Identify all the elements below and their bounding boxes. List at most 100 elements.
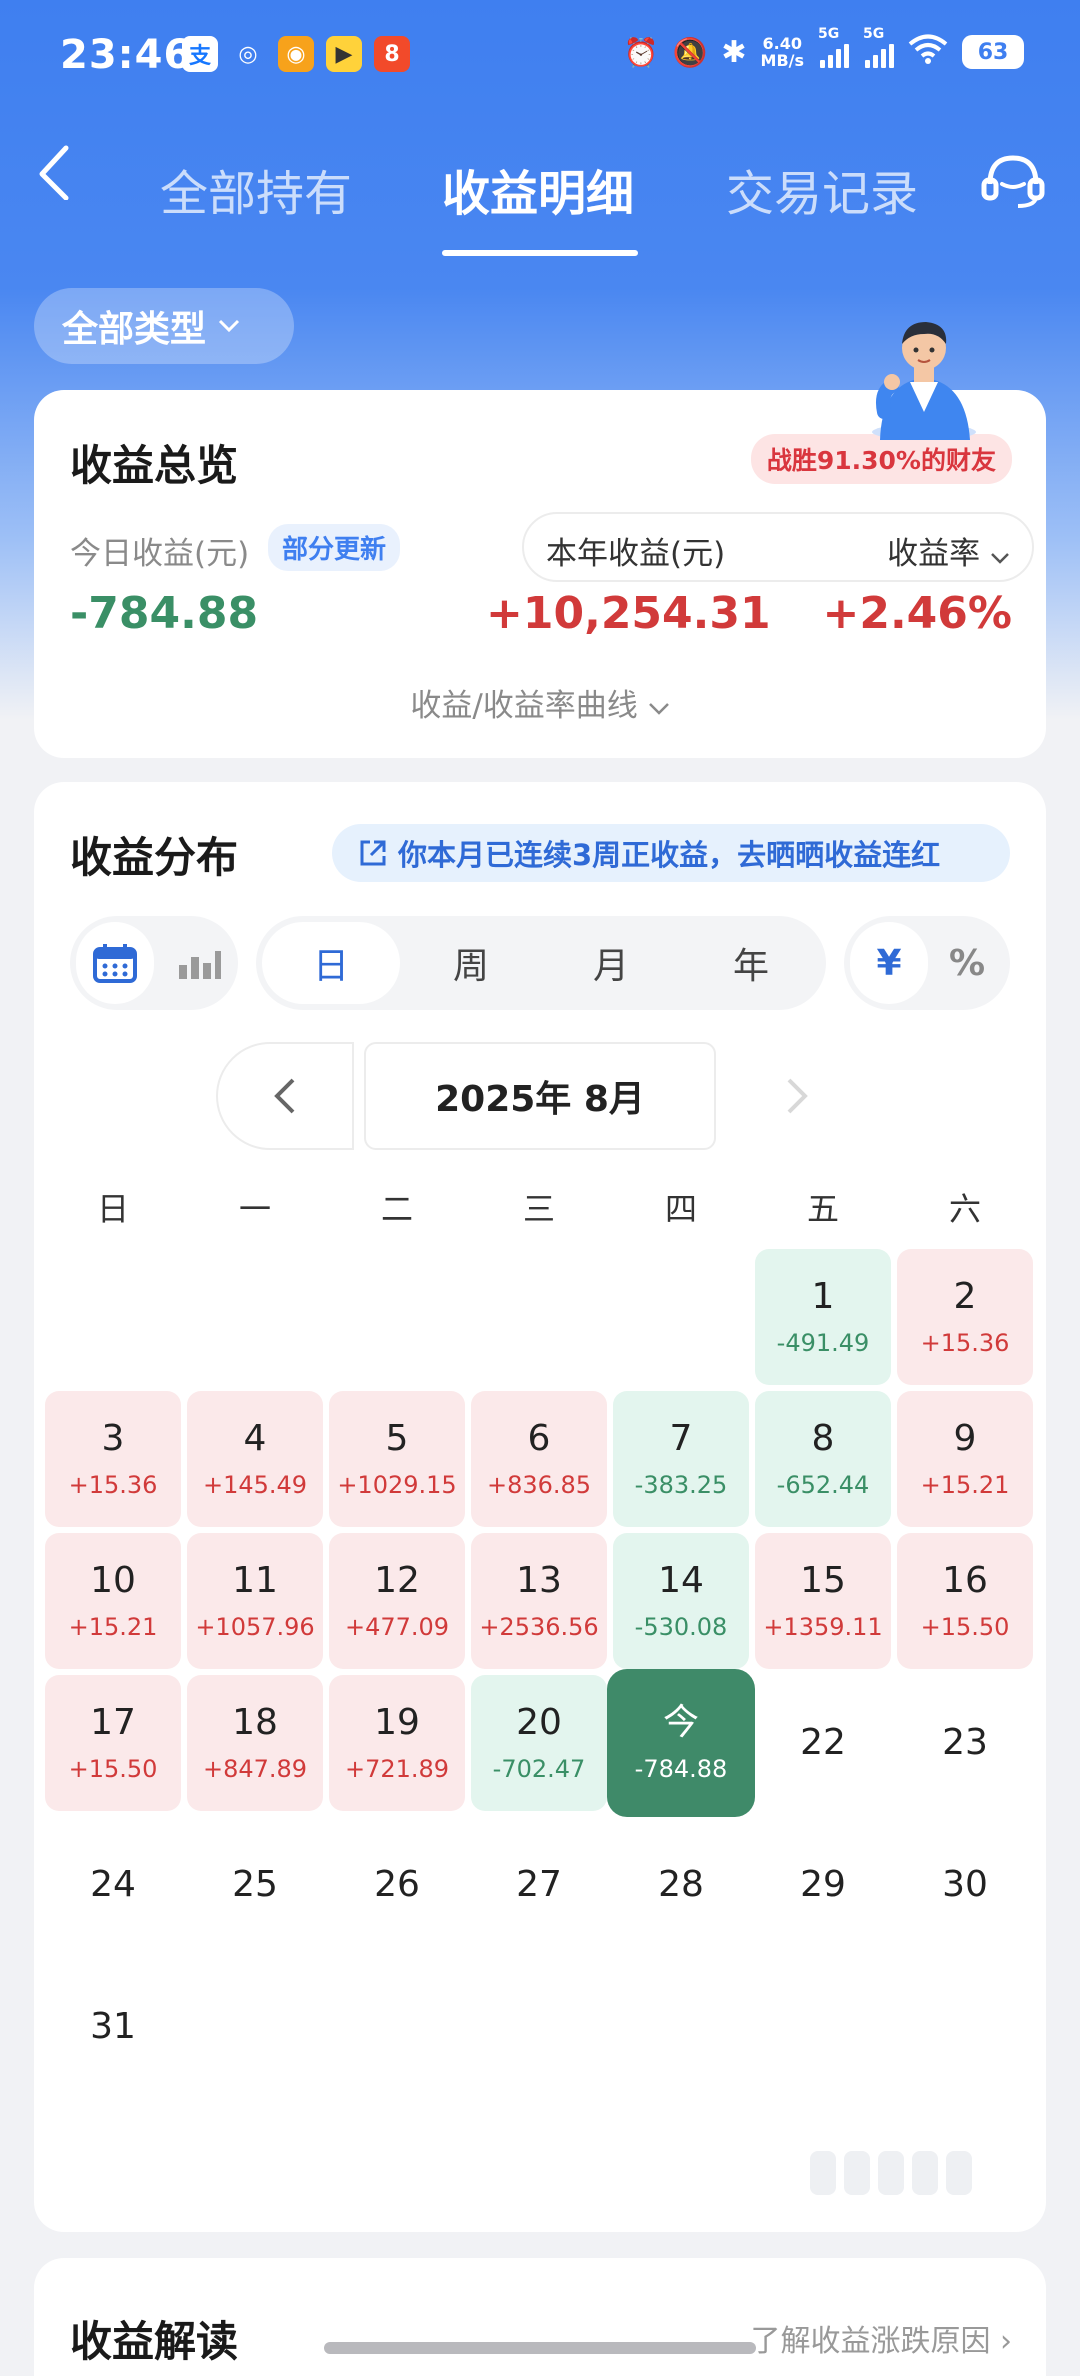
day-number: 6 (527, 1418, 551, 1459)
next-month-button[interactable] (728, 1042, 866, 1150)
mascot-illustration (858, 312, 988, 440)
period-day[interactable]: 日 (262, 922, 400, 1004)
home-indicator[interactable] (324, 2342, 756, 2354)
calendar-day[interactable]: 17 +15.50 (45, 1675, 181, 1811)
back-icon[interactable] (30, 140, 90, 201)
day-number: 10 (90, 1560, 136, 1601)
day-number: 7 (669, 1418, 693, 1459)
calendar-day[interactable]: 14 -530.08 (613, 1533, 749, 1669)
year-rate-selector[interactable]: 本年收益(元) 收益率 (522, 512, 1034, 582)
calendar-day[interactable]: 8 -652.44 (755, 1391, 891, 1527)
tab-all-holdings[interactable]: 全部持有 (160, 154, 352, 224)
calendar-view-button[interactable] (76, 922, 154, 1004)
curve-toggle[interactable]: 收益/收益率曲线 (34, 680, 1046, 725)
day-number: 25 (232, 1864, 278, 1905)
previous-month-button[interactable] (216, 1042, 354, 1150)
return-rate-value: +2.46% (822, 588, 1012, 639)
calendar-day[interactable]: 15 +1359.11 (755, 1533, 891, 1669)
calendar-day[interactable]: 13 +2536.56 (471, 1533, 607, 1669)
day-number: 29 (800, 1864, 846, 1905)
notification-icons: 支 ◎ ◉ ▶ 8 (182, 36, 410, 72)
day-number: 13 (516, 1560, 562, 1601)
calendar-day[interactable]: 11 +1057.96 (187, 1533, 323, 1669)
calendar-day[interactable]: 18 +847.89 (187, 1675, 323, 1811)
streak-share-banner[interactable]: 你本月已连续3周正收益，去晒晒收益连红 (332, 824, 1010, 882)
unit-percent[interactable]: % (928, 922, 1006, 1004)
day-income-value: +836.85 (486, 1471, 592, 1499)
customer-service-icon[interactable] (978, 150, 1048, 210)
calendar-day[interactable]: 9 +15.21 (897, 1391, 1033, 1527)
calendar-day[interactable]: 1 -491.49 (755, 1249, 891, 1385)
day-number: 3 (101, 1418, 125, 1459)
day-income-value: +15.36 (68, 1471, 158, 1499)
weekday-label: 六 (948, 1190, 981, 1228)
battery-indicator: 63 (962, 35, 1024, 69)
day-income-value: -652.44 (776, 1471, 870, 1499)
chevron-left-icon (274, 1078, 295, 1114)
day-number: 20 (516, 1702, 562, 1743)
calendar-day[interactable]: 31 (45, 1959, 181, 2095)
day-income-value: -784.88 (634, 1755, 728, 1783)
day-number: 2 (953, 1276, 977, 1317)
scroll-indicator (810, 2148, 1010, 2198)
period-year[interactable]: 年 (682, 922, 820, 1004)
chevron-right-icon (787, 1078, 808, 1114)
day-income-value: +1359.11 (763, 1613, 883, 1641)
calendar-day[interactable]: 4 +145.49 (187, 1391, 323, 1527)
calendar-day[interactable]: 2 +15.36 (897, 1249, 1033, 1385)
calendar-day[interactable]: 27 (471, 1817, 607, 1953)
calendar-day[interactable]: 16 +15.50 (897, 1533, 1033, 1669)
period-week[interactable]: 周 (402, 922, 540, 1004)
day-number: 8 (811, 1418, 835, 1459)
tab-transaction-records[interactable]: 交易记录 (726, 154, 918, 224)
weekday-label: 四 (664, 1190, 697, 1228)
calendar-day-today[interactable]: 今 -784.88 (607, 1669, 755, 1817)
day-number: 今 (662, 1702, 699, 1743)
calendar-day[interactable]: 25 (187, 1817, 323, 1953)
day-number: 27 (516, 1864, 562, 1905)
day-number: 30 (942, 1864, 988, 1905)
calendar-day[interactable]: 6 +836.85 (471, 1391, 607, 1527)
day-income-value: +145.49 (202, 1471, 308, 1499)
weekday-label: 二 (380, 1190, 413, 1228)
chevron-down-icon (648, 703, 669, 715)
calendar-day[interactable]: 23 (897, 1675, 1033, 1811)
unit-amount[interactable]: ¥ (850, 922, 928, 1004)
calendar-day[interactable]: 22 (755, 1675, 891, 1811)
calendar-day[interactable]: 5 +1029.15 (329, 1391, 465, 1527)
system-icons: ⏰ 🔕 ✱ 6.40 MB/s 5G 5G 63 (624, 26, 1024, 72)
mute-icon: 🔕 (672, 35, 708, 69)
day-income-value: -702.47 (492, 1755, 586, 1783)
calendar-icon (93, 944, 137, 983)
rate-dropdown[interactable]: 收益率 (887, 528, 1010, 573)
calendar-day[interactable]: 24 (45, 1817, 181, 1953)
chevron-down-icon (218, 319, 240, 333)
day-income-value: +477.09 (344, 1613, 450, 1641)
calendar-day[interactable]: 7 -383.25 (613, 1391, 749, 1527)
month-label[interactable]: 2025年 8月 (364, 1042, 716, 1150)
type-filter-dropdown[interactable]: 全部类型 (34, 288, 294, 364)
calendar-day[interactable]: 19 +721.89 (329, 1675, 465, 1811)
interpretation-link[interactable]: 了解收益涨跌原因 › (750, 2316, 1012, 2360)
day-number: 24 (90, 1864, 136, 1905)
bar-chart-view-button[interactable] (166, 922, 232, 1004)
calendar-day[interactable]: 30 (897, 1817, 1033, 1953)
day-income-value: +15.36 (920, 1329, 1010, 1357)
calendar-day[interactable]: 20 -702.47 (471, 1675, 607, 1811)
partial-update-badge[interactable]: 部分更新 (268, 524, 401, 571)
calendar-day[interactable]: 12 +477.09 (329, 1533, 465, 1669)
beat-percentage-badge[interactable]: 战胜91.30%的财友 (750, 434, 1012, 484)
calendar-day[interactable]: 29 (755, 1817, 891, 1953)
day-number: 17 (90, 1702, 136, 1743)
day-number: 14 (658, 1560, 704, 1601)
calendar-day[interactable]: 26 (329, 1817, 465, 1953)
calendar-day[interactable]: 3 +15.36 (45, 1391, 181, 1527)
day-number: 28 (658, 1864, 704, 1905)
weekday-label: 日 (96, 1190, 129, 1228)
calendar-day[interactable]: 10 +15.21 (45, 1533, 181, 1669)
calendar-day[interactable]: 28 (613, 1817, 749, 1953)
income-interpretation-card: 收益解读 了解收益涨跌原因 › (34, 2258, 1046, 2376)
day-income-value: +15.50 (920, 1613, 1010, 1641)
tab-income-details[interactable]: 收益明细 (442, 154, 634, 224)
period-month[interactable]: 月 (542, 922, 680, 1004)
